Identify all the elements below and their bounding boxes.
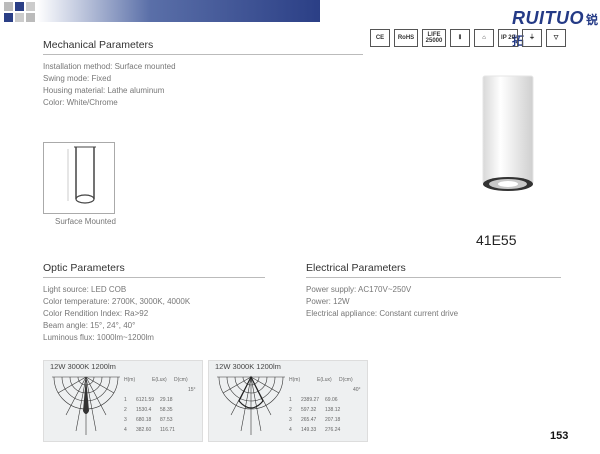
flammable-surface-icon: ▽	[546, 29, 566, 47]
photometric-table: H(m) E(Lux) D(cm) 15° 1 6121.59 29.18 2 1530.…	[124, 377, 196, 433]
photometric-panel-15: 12W 3000K 1200lm H(m) E(Lux) D(cm) 15° 1 61…	[43, 360, 203, 442]
electrical-title: Electrical Parameters	[306, 262, 406, 274]
class2-icon: Ⅱ	[450, 29, 470, 47]
polar-diagram	[52, 376, 120, 435]
ground-icon: ⏚	[522, 29, 542, 47]
divider	[306, 277, 561, 278]
mechanical-list: Installation method: Surface mounted Swi…	[43, 62, 176, 107]
ip-rating-icon: IP 20	[498, 29, 518, 47]
divider	[43, 277, 265, 278]
ce-icon: CE	[370, 29, 390, 47]
electrical-list: Power supply: AC170V~250V Power: 12W Ele…	[306, 285, 459, 318]
page-number: 153	[550, 430, 569, 442]
optic-list: Light source: LED COB Color temperature:…	[43, 285, 191, 342]
photometric-panel-40: 12W 3000K 1200lm H(m) E(Lux) D(cm) 40° 1 23…	[208, 360, 368, 442]
photometric-table: H(m) E(Lux) D(cm) 40° 1 2389.27 69.06 2 597.3…	[289, 377, 361, 433]
thumb-caption: Surface Mounted	[55, 217, 116, 226]
mounting-diagram	[43, 142, 115, 214]
divider	[43, 54, 363, 55]
product-image	[478, 74, 538, 209]
polar-diagram	[217, 375, 285, 435]
life-icon: LIFE 25000	[422, 29, 446, 47]
model-number: 41E55	[476, 232, 517, 248]
optic-title: Optic Parameters	[43, 262, 125, 274]
header-gradient	[37, 0, 320, 22]
certification-icons: CE RoHS LIFE 25000 Ⅱ ⌂ IP 20 ⏚ ▽	[370, 29, 566, 47]
header-bar	[0, 0, 320, 22]
rohs-icon: RoHS	[394, 29, 418, 47]
mechanical-title: Mechanical Parameters	[43, 39, 154, 51]
indoor-icon: ⌂	[474, 29, 494, 47]
